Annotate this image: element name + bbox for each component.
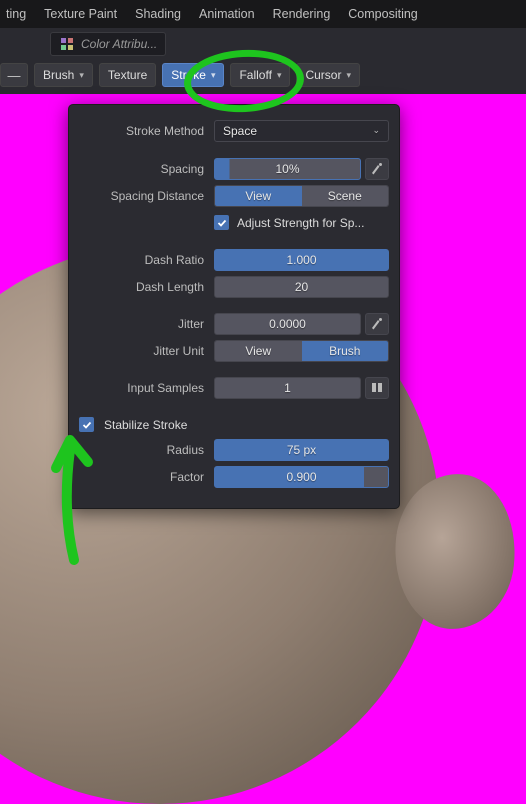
color-attribute-selector[interactable]: Color Attribu... (50, 32, 166, 56)
input-samples-extra-icon[interactable] (365, 377, 389, 399)
stroke-menu[interactable]: Stroke▾ (162, 63, 224, 87)
input-samples-field[interactable]: 1 (214, 377, 361, 399)
stabilize-stroke-checkbox[interactable] (79, 417, 94, 432)
adjust-strength-checkbox[interactable] (214, 215, 229, 230)
jitter-field[interactable]: 0.0000 (214, 313, 361, 335)
factor-label: Factor (79, 470, 207, 484)
jitter-unit-toggle[interactable]: View Brush (214, 340, 389, 362)
brush-menu[interactable]: Brush▾ (34, 63, 93, 87)
chevron-down-icon: ▾ (277, 70, 282, 81)
radius-label: Radius (79, 443, 207, 457)
jitter-label: Jitter (79, 317, 207, 331)
spacing-distance-toggle[interactable]: View Scene (214, 185, 389, 207)
stroke-popover: Stroke Method Space ⌄ Spacing 10% Spacin… (68, 104, 400, 509)
chevron-down-icon: ▾ (346, 70, 351, 81)
cursor-menu[interactable]: Cursor▾ (296, 63, 360, 87)
workspace-tab[interactable]: Texture Paint (44, 7, 117, 21)
workspace-tab[interactable]: Animation (199, 7, 255, 21)
jitter-unit-label: Jitter Unit (79, 344, 207, 358)
pressure-toggle-icon[interactable] (365, 313, 389, 335)
workspace-tab[interactable]: Shading (135, 7, 181, 21)
stroke-method-select[interactable]: Space ⌄ (214, 120, 389, 142)
header-row: Color Attribu... (0, 28, 526, 60)
pressure-toggle-icon[interactable] (365, 158, 389, 180)
workspace-tabs: ting Texture Paint Shading Animation Ren… (0, 0, 526, 28)
factor-field[interactable]: 0.900 (214, 466, 389, 488)
spacing-distance-scene[interactable]: Scene (302, 186, 389, 206)
spacing-distance-view[interactable]: View (215, 186, 302, 206)
dash-ratio-label: Dash Ratio (79, 253, 207, 267)
jitter-unit-view[interactable]: View (215, 341, 302, 361)
workspace-tab[interactable]: Rendering (273, 7, 331, 21)
color-attribute-label: Color Attribu... (81, 37, 157, 51)
dash-length-field[interactable]: 20 (214, 276, 389, 298)
dash-ratio-field[interactable]: 1.000 (214, 249, 389, 271)
adjust-strength-label: Adjust Strength for Sp... (237, 216, 364, 230)
brush-toolbar: — Brush▾ Texture Stroke▾ Falloff▾ Cursor… (0, 60, 526, 94)
jitter-unit-brush[interactable]: Brush (302, 341, 389, 361)
color-attribute-icon (59, 36, 75, 52)
stroke-method-label: Stroke Method (79, 124, 207, 138)
input-samples-label: Input Samples (79, 381, 207, 395)
texture-menu[interactable]: Texture (99, 63, 156, 87)
collapse-button[interactable]: — (0, 63, 28, 87)
workspace-tab[interactable]: ting (6, 7, 26, 21)
radius-field[interactable]: 75 px (214, 439, 389, 461)
spacing-distance-label: Spacing Distance (79, 189, 207, 203)
spacing-field[interactable]: 10% (214, 158, 361, 180)
stabilize-stroke-label: Stabilize Stroke (104, 418, 187, 432)
chevron-down-icon: ▾ (79, 70, 84, 81)
chevron-down-icon: ⌄ (372, 125, 380, 136)
falloff-menu[interactable]: Falloff▾ (230, 63, 290, 87)
spacing-label: Spacing (79, 162, 207, 176)
chevron-down-icon: ▾ (211, 70, 216, 81)
dash-length-label: Dash Length (79, 280, 207, 294)
workspace-tab[interactable]: Compositing (348, 7, 417, 21)
